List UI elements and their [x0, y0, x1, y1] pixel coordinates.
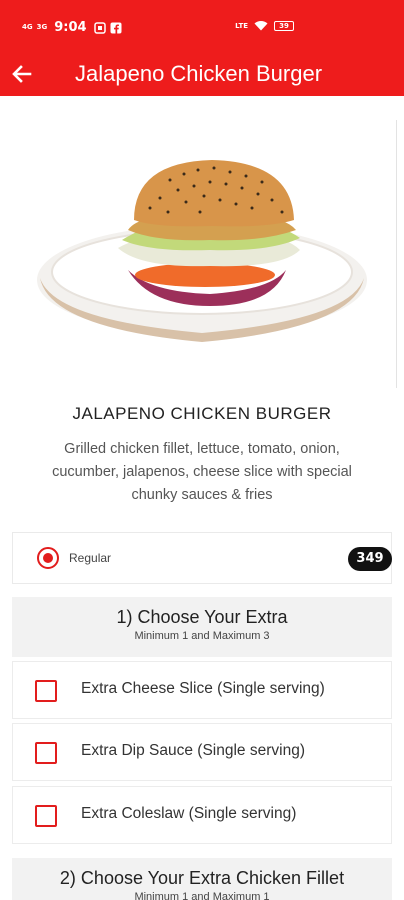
facebook-icon: [110, 22, 122, 34]
size-option-regular[interactable]: Regular 349: [12, 532, 392, 584]
product-description: Grilled chicken fillet, lettuce, tomato,…: [52, 441, 352, 503]
chicken-section-header: 2) Choose Your Extra Chicken Fillet Mini…: [12, 858, 392, 900]
extra-option-cheese[interactable]: Extra Cheese Slice (Single serving): [12, 661, 392, 719]
chicken-section-title: 2) Choose Your Extra Chicken Fillet: [59, 868, 345, 888]
network-lte: LTE: [235, 21, 248, 30]
app-bar: Jalapeno Chicken Burger: [0, 52, 404, 96]
product-name: JALAPENO CHICKEN BURGER: [72, 404, 332, 423]
extra-option-label: Extra Cheese Slice (Single serving): [81, 680, 325, 697]
back-arrow-icon[interactable]: [6, 58, 38, 90]
checkbox-unchecked-icon[interactable]: [35, 805, 57, 827]
notification-icon: [93, 21, 106, 34]
checkbox-unchecked-icon[interactable]: [35, 742, 57, 764]
status-bar: 4G 3G 9:04 LTE 39: [0, 0, 404, 52]
image-divider: [396, 120, 397, 388]
radio-selected-icon[interactable]: [37, 547, 59, 569]
status-left: 4G 3G 9:04: [22, 20, 122, 35]
status-right: LTE 39: [235, 20, 294, 31]
extras-section-title: 1) Choose Your Extra: [116, 607, 288, 627]
extra-option-label: Extra Dip Sauce (Single serving): [81, 742, 305, 759]
extras-section-header: 1) Choose Your Extra Minimum 1 and Maxim…: [12, 597, 392, 657]
chicken-section-subtitle: Minimum 1 and Maximum 1: [134, 891, 270, 900]
extra-option-coleslaw[interactable]: Extra Coleslaw (Single serving): [12, 786, 392, 844]
size-label: Regular: [69, 551, 112, 565]
checkbox-unchecked-icon[interactable]: [35, 680, 57, 702]
battery-icon: 39: [274, 20, 294, 31]
extra-option-label: Extra Coleslaw (Single serving): [81, 805, 297, 822]
product-image: [37, 160, 367, 342]
extras-section-subtitle: Minimum 1 and Maximum 3: [134, 630, 270, 642]
network-4g: 4G: [22, 23, 33, 31]
price-badge: 349: [348, 547, 392, 571]
status-time: 9:04: [54, 20, 87, 35]
wifi-icon: [254, 21, 268, 31]
network-3g: 3G: [36, 23, 48, 31]
extra-option-dip-sauce[interactable]: Extra Dip Sauce (Single serving): [12, 723, 392, 781]
page-title: Jalapeno Chicken Burger: [75, 61, 323, 86]
